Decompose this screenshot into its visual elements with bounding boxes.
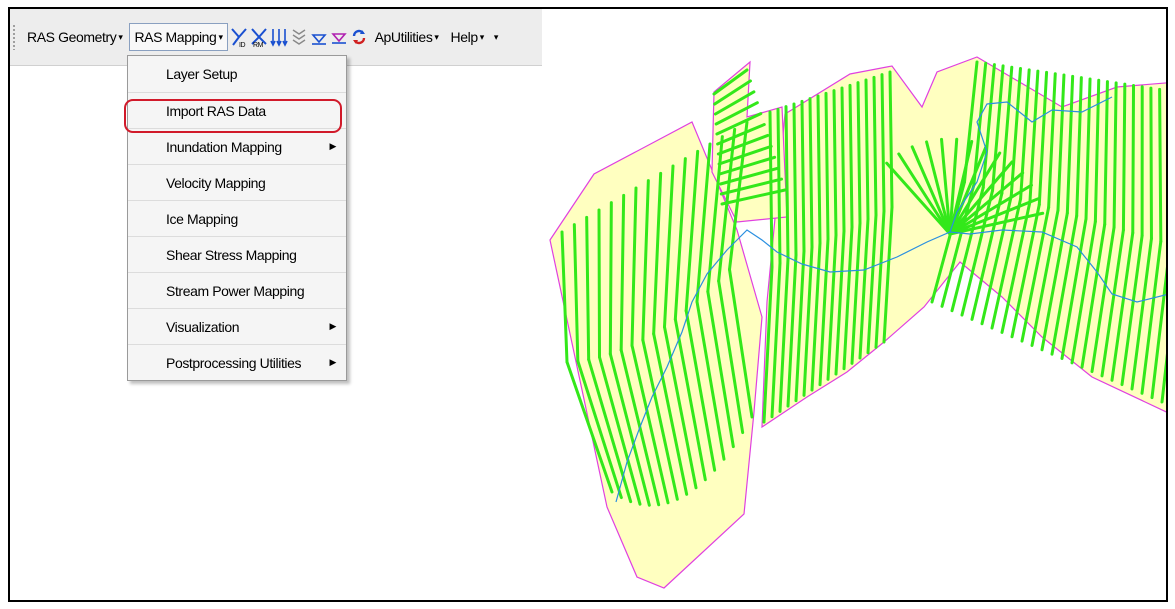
menu-item-layer-setup[interactable]: Layer Setup [128,56,346,92]
cross-section-line [808,97,814,249]
chevron-down-icon: ▾ [479,31,485,42]
ras-mapping-dropdown: Layer Setup Import RAS Data Inundation M… [127,55,347,381]
cross-section-line [840,86,846,233]
cross-section-line [880,73,886,213]
aputilities-menu-button[interactable]: ApUtilities ▾ [370,23,444,51]
menu-item-stream-power-mapping[interactable]: Stream Power Mapping [128,272,346,308]
cross-section-line [585,215,591,361]
cross-section-line [1131,83,1136,235]
chevron-right-icon: ▶ [329,141,336,151]
ras-mapping-label: RAS Mapping [134,29,217,45]
menu-item-import-ras-data[interactable]: Import RAS Data [128,92,346,128]
chevron-down-icon: ▾ [434,31,439,42]
menu-item-label: Velocity Mapping [166,174,266,191]
menu-item-ice-mapping[interactable]: Ice Mapping [128,200,346,236]
chevron-down-icon: ▾ [218,31,223,42]
ras-mapping-menu-button[interactable]: RAS Mapping ▾ [129,23,228,51]
cross-section-line [856,81,862,225]
toolbar-overflow-icon[interactable]: ▾ [491,26,501,48]
bankline-icon[interactable] [290,26,308,48]
app-window: RAS Geometry ▾ RAS Mapping ▾ ID RM ApUti… [8,7,1168,602]
aputilities-label: ApUtilities [374,29,433,45]
ras-geometry-label: RAS Geometry [27,29,117,45]
flowpath-icon[interactable] [269,26,288,48]
menu-item-inundation-mapping[interactable]: Inundation Mapping ▶ [128,128,346,164]
ras-geometry-menu-button[interactable]: RAS Geometry ▾ [22,23,127,51]
cross-section-line [800,99,806,253]
chevron-right-icon: ▶ [329,321,336,331]
menu-item-shear-stress-mapping[interactable]: Shear Stress Mapping [128,236,346,272]
cross-section-line [872,75,878,217]
xs-cut-id-label: ID [239,42,246,48]
menu-item-visualization[interactable]: Visualization ▶ [128,308,346,344]
cross-section-line [608,201,613,356]
xs-cut-rm-label: RM [253,42,264,48]
menu-item-label: Ice Mapping [166,210,238,227]
help-label: Help [450,29,479,45]
cross-section-line [597,208,601,359]
cross-section-line [888,70,894,209]
cross-section-line [1121,82,1127,232]
menu-item-label: Shear Stress Mapping [166,246,297,263]
menu-item-label: Inundation Mapping [166,138,282,155]
cross-section-line [792,102,798,257]
cross-section-line [848,83,854,229]
cross-section-line [816,94,822,245]
cross-section-line [776,107,782,265]
cross-section-line [864,78,870,221]
menu-item-label: Visualization [166,318,240,335]
menu-item-label: Postprocessing Utilities [166,354,302,371]
cross-section-line [1112,81,1118,229]
menu-item-velocity-mapping[interactable]: Velocity Mapping [128,164,346,200]
cross-section-line [1149,86,1153,241]
cross-section-line [824,91,830,241]
water-surface-icon[interactable] [310,26,328,48]
cross-section-line [768,110,774,269]
menu-item-label: Import RAS Data [166,102,266,119]
cross-section-line [1158,87,1163,243]
menu-item-label: Layer Setup [166,66,238,82]
water-surface-alt-icon[interactable] [330,26,348,48]
refresh-icon[interactable] [350,26,368,48]
grip-icon[interactable] [12,24,16,50]
cross-section-line [784,105,790,261]
help-menu-button[interactable]: Help ▾ [446,23,489,51]
xs-cut-rm-icon[interactable]: RM [250,26,268,48]
cross-section-line [832,89,838,237]
chevron-right-icon: ▶ [329,357,336,367]
chevron-down-icon: ▾ [118,31,123,42]
menu-item-label: Stream Power Mapping [166,282,305,299]
xs-cut-id-icon[interactable]: ID [230,26,248,48]
menu-item-postprocessing-utilities[interactable]: Postprocessing Utilities ▶ [128,344,346,380]
